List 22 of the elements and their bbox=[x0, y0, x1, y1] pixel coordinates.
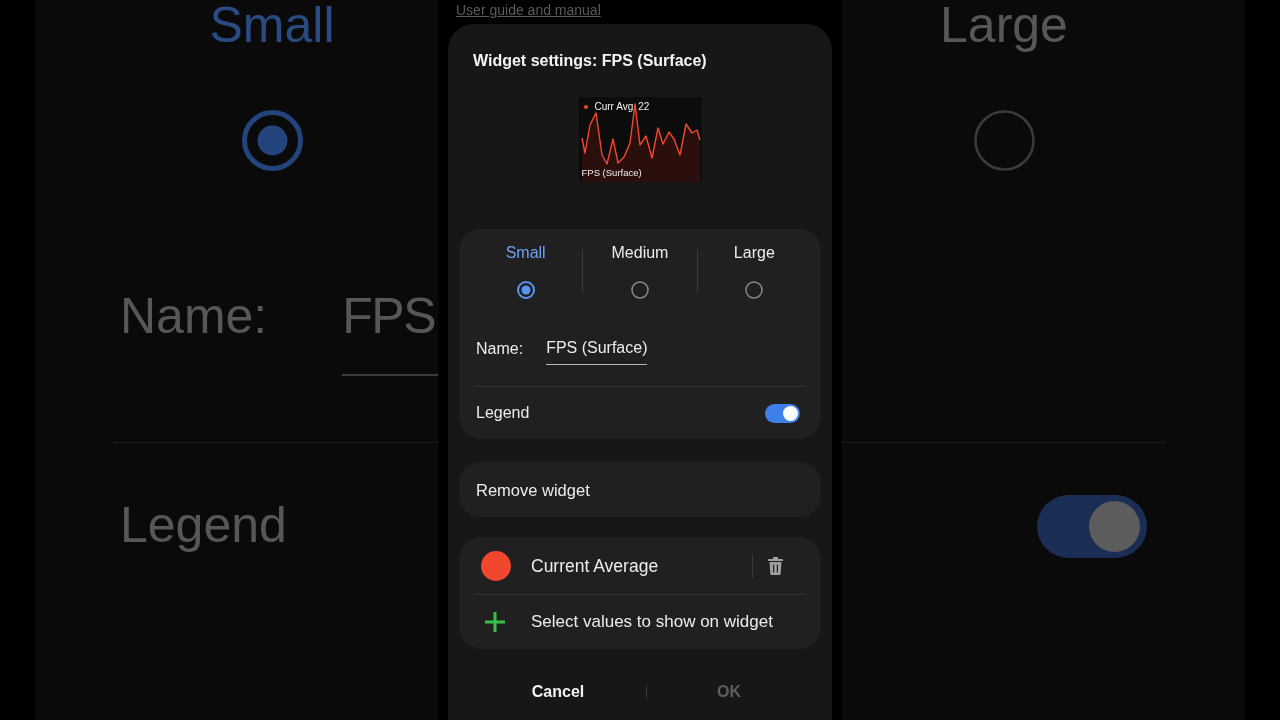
legend-setting-label: Legend bbox=[476, 403, 530, 423]
preview-caption: FPS (Surface) bbox=[581, 167, 642, 179]
size-option[interactable]: Medium bbox=[583, 243, 697, 299]
trash-icon bbox=[768, 556, 783, 575]
size-option[interactable]: Large bbox=[697, 243, 811, 299]
backdrop-legend-label: Legend bbox=[120, 500, 287, 550]
dialog-title: Widget settings: FPS (Surface) bbox=[473, 51, 708, 71]
backdrop-size-label: Large bbox=[940, 0, 1068, 50]
name-label: Name: bbox=[476, 338, 524, 359]
delete-button[interactable] bbox=[768, 556, 783, 575]
backdrop-size-label: Small bbox=[209, 0, 335, 50]
plus-icon bbox=[485, 612, 505, 632]
name-field[interactable]: FPS (Surface) bbox=[546, 332, 648, 365]
size-option[interactable]: Small bbox=[469, 243, 583, 299]
add-values-button[interactable]: Select values to show on widget bbox=[474, 595, 806, 649]
dialog-button[interactable]: Cancel bbox=[474, 670, 642, 714]
backdrop-name-label: Name: bbox=[120, 291, 268, 341]
legend-value: 22 bbox=[638, 101, 650, 113]
remove-widget-button[interactable]: Remove widget bbox=[459, 462, 821, 517]
value-name: Current Average bbox=[531, 555, 660, 576]
legend-toggle[interactable] bbox=[765, 403, 800, 423]
legend-label: Curr Avg bbox=[594, 101, 634, 113]
